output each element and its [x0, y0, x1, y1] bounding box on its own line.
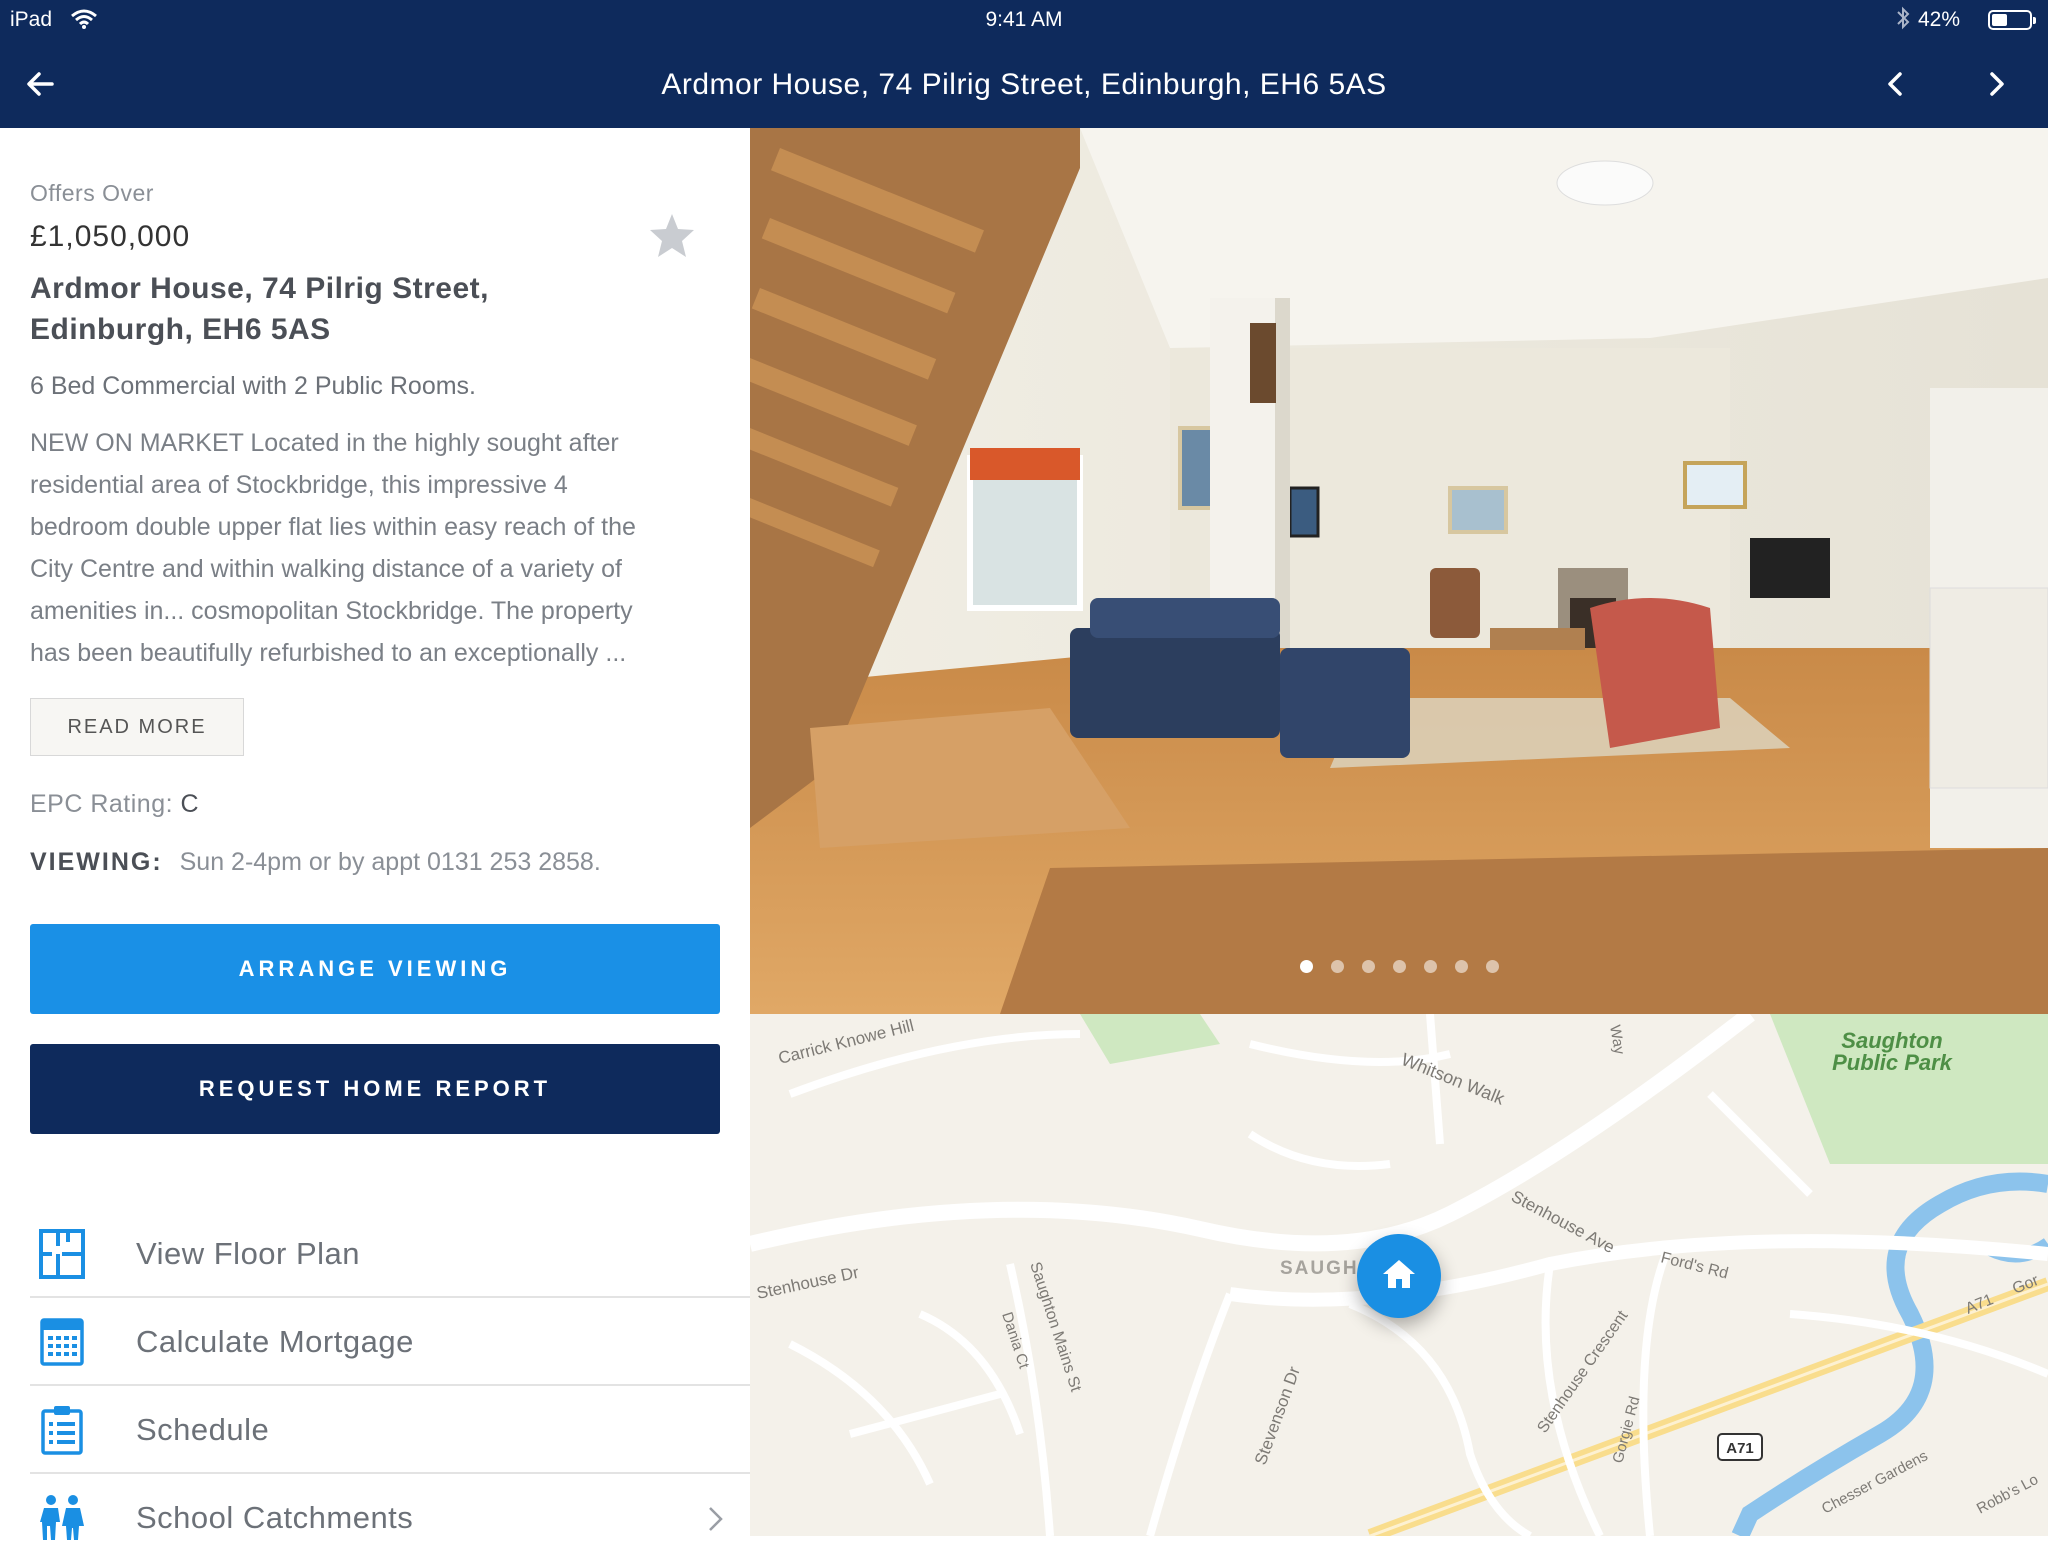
- menu-item-label: Calculate Mortgage: [136, 1324, 414, 1359]
- menu-item-school-catchments[interactable]: School Catchments: [30, 1474, 750, 1562]
- listing-menu: View Floor Plan Calculate Mortgage Sched…: [30, 1210, 750, 1562]
- property-map[interactable]: Carrick Knowe Hill Whitson Walk Way Saug…: [750, 1014, 2048, 1536]
- clipboard-list-icon: [41, 1406, 83, 1455]
- menu-item-calculate-mortgage[interactable]: Calculate Mortgage: [30, 1298, 750, 1386]
- map-label: Stevenson Dr: [1251, 1364, 1304, 1468]
- address-line-1: Ardmor House, 74 Pilrig Street,: [30, 272, 489, 305]
- next-listing-button[interactable]: [1978, 66, 2014, 102]
- map-road-shield: A71: [1726, 1440, 1754, 1457]
- living-room-photo: [750, 128, 2048, 1014]
- description-line: residential area of Stockbridge, this im…: [30, 471, 568, 499]
- home-icon: [1383, 1260, 1415, 1288]
- calculator-icon: [40, 1318, 84, 1366]
- school-children-icon: [40, 1495, 84, 1540]
- carousel-dot[interactable]: [1330, 960, 1344, 973]
- carousel-dot[interactable]: [1299, 960, 1313, 973]
- page-title: Ardmor House, 74 Pilrig Street, Edinburg…: [661, 68, 1387, 101]
- map-label: Stenhouse Ave: [1508, 1187, 1618, 1257]
- star-icon: [650, 214, 694, 257]
- description-line: has been beautifully refurbished to an e…: [30, 639, 627, 667]
- map-label: SAUGH: [1280, 1258, 1359, 1279]
- property-location-pin[interactable]: [1357, 1234, 1441, 1318]
- carousel-dot[interactable]: [1454, 960, 1468, 973]
- bluetooth-icon: [1896, 6, 1910, 36]
- description-line: bedroom double upper flat lies within ea…: [30, 513, 636, 541]
- battery-percent: 42%: [1918, 8, 1961, 31]
- offer-label: Offers Over: [30, 180, 154, 206]
- menu-item-label: Schedule: [136, 1412, 270, 1447]
- menu-item-floor-plan[interactable]: View Floor Plan: [30, 1210, 750, 1298]
- carousel-dot[interactable]: [1361, 960, 1375, 973]
- read-more-button[interactable]: READ MORE: [30, 698, 244, 756]
- clock: 9:41 AM: [985, 8, 1063, 31]
- address-line-2: Edinburgh, EH6 5AS: [30, 313, 331, 346]
- carousel-dot[interactable]: [1392, 960, 1406, 973]
- top-bar: iPad 9:41 AM 42% Ardmor House, 74 Pilrig…: [0, 0, 2048, 128]
- chevron-right-icon: [1990, 72, 2004, 96]
- menu-item-schedule[interactable]: Schedule: [30, 1386, 750, 1474]
- floor-plan-icon: [39, 1229, 85, 1279]
- listing-address: Ardmor House, 74 Pilrig Street, Edinburg…: [30, 268, 590, 350]
- battery-icon: [1988, 10, 2036, 30]
- map-label: Public Park: [1832, 1050, 1954, 1075]
- listing-description: NEW ON MARKET Located in the highly soug…: [30, 422, 730, 674]
- carousel-dot[interactable]: [1485, 960, 1499, 973]
- favorite-button[interactable]: [646, 210, 698, 262]
- description-line: NEW ON MARKET Located in the highly soug…: [30, 429, 619, 457]
- carousel-indicators[interactable]: [750, 960, 2048, 973]
- viewing-info: VIEWING: Sun 2-4pm or by appt 0131 253 2…: [30, 848, 601, 877]
- map-label: Ford's Rd: [1659, 1249, 1730, 1282]
- description-line: City Centre and within walking distance …: [30, 555, 622, 583]
- map-label: Stenhouse Dr: [755, 1263, 861, 1303]
- menu-item-label: View Floor Plan: [136, 1236, 361, 1271]
- price: £1,050,000: [30, 220, 191, 253]
- arrange-viewing-button[interactable]: ARRANGE VIEWING: [30, 924, 720, 1014]
- chevron-right-icon: [709, 1507, 723, 1531]
- epc-value: C: [180, 790, 200, 818]
- epc-rating: EPC Rating: C: [30, 790, 199, 819]
- request-home-report-button[interactable]: REQUEST HOME REPORT: [30, 1044, 720, 1134]
- carousel-dot[interactable]: [1423, 960, 1437, 973]
- menu-item-label: School Catchments: [136, 1500, 414, 1535]
- viewing-value: Sun 2-4pm or by appt 0131 253 2858.: [179, 848, 601, 876]
- status-bar: iPad 9:41 AM 42%: [0, 0, 2048, 40]
- battery-fill: [1992, 14, 2007, 26]
- viewing-label: VIEWING:: [30, 848, 163, 876]
- epc-label: EPC Rating:: [30, 790, 174, 818]
- chevron-left-icon: [1888, 72, 1902, 96]
- map-label: Robb's Lo: [1974, 1471, 2041, 1518]
- description-line: amenities in... cosmopolitan Stockbridge…: [30, 597, 633, 625]
- previous-listing-button[interactable]: [1878, 66, 1914, 102]
- property-photo-carousel[interactable]: [750, 128, 2048, 1014]
- map-label: Whitson Walk: [1399, 1049, 1509, 1109]
- map-label: Way: [1606, 1024, 1628, 1056]
- listing-details-panel: Offers Over £1,050,000 Ardmor House, 74 …: [0, 128, 750, 1540]
- listing-summary: 6 Bed Commercial with 2 Public Rooms.: [30, 372, 476, 400]
